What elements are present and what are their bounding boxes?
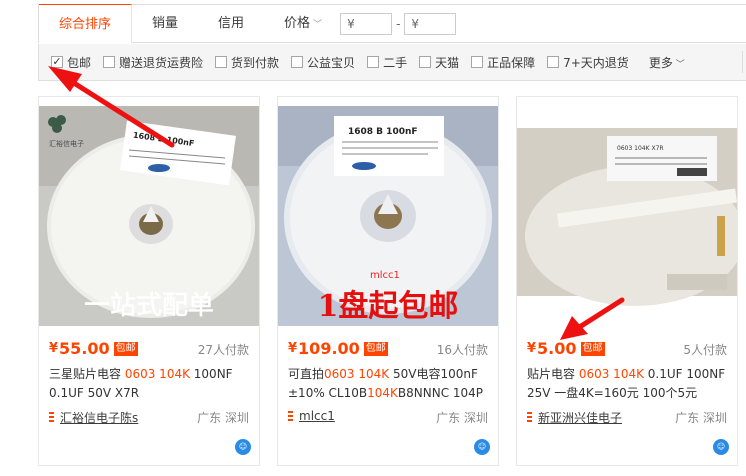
wangwang-chat-icon[interactable]: ☺ — [713, 439, 729, 455]
filter-genuine-guarantee[interactable]: 正品保障 — [471, 54, 535, 71]
filter-7day-return[interactable]: 7+天内退货 — [547, 54, 629, 71]
filter-free-shipping[interactable]: ✓ 包邮 — [51, 54, 91, 71]
free-shipping-badge: 包邮 — [580, 341, 605, 356]
title-text: 可直拍 — [288, 367, 325, 381]
price-value: 109.00 — [298, 339, 360, 358]
location: 广东 深圳 — [197, 411, 249, 425]
checkbox-checked-icon[interactable]: ✓ — [51, 56, 63, 68]
title-text: 三星贴片电容 — [49, 367, 125, 381]
deal-count: 27人付款 — [197, 343, 249, 357]
title-keyword-highlight: 0603 104K — [578, 367, 644, 381]
price: ¥ 5.00 包邮 — [527, 339, 605, 358]
product-image[interactable]: 0603 104K X7R — [517, 106, 737, 326]
product-title[interactable]: 可直拍0603 104K 50V电容100nF ±10% CL10B104KB8… — [288, 365, 492, 403]
product-card[interactable]: 1608 B 100nF 汇裕信电子 一站式配单 ¥ 55.00 包邮 27人付… — [38, 96, 260, 466]
image-brand: 汇裕信电子 — [49, 139, 84, 148]
price: ¥ 109.00 包邮 — [288, 339, 388, 358]
currency-symbol: ¥ — [288, 341, 298, 356]
filter-label: 货到付款 — [231, 55, 280, 70]
wangwang-chat-icon[interactable]: ☺ — [235, 439, 251, 455]
image-brand: mlcc1 — [370, 270, 400, 281]
price: ¥ 55.00 包邮 — [49, 339, 138, 358]
product-card[interactable]: 1608 B 100nF mlcc1 1盘起包邮 ¥ 109.00 包邮 16人… — [277, 96, 499, 466]
title-keyword-highlight: 104K — [367, 386, 398, 400]
currency-symbol: ¥ — [49, 341, 59, 356]
price-value: 55.00 — [59, 339, 110, 358]
chevron-down-icon: ﹀ — [313, 19, 323, 30]
filter-charity[interactable]: 公益宝贝 — [291, 54, 355, 71]
image-reel-label: 0603 104K X7R — [617, 145, 664, 152]
shop-level-icon — [49, 412, 54, 423]
shop-level-icon — [527, 412, 532, 423]
shop-link[interactable]: mlcc1 — [288, 409, 335, 423]
product-card[interactable]: 0603 104K X7R ¥ 5.00 包邮 5人付款 贴片电容 0603 1… — [516, 96, 738, 466]
chevron-down-icon: ﹀ — [672, 59, 685, 70]
tab-credit[interactable]: 信用 — [198, 5, 264, 43]
deal-count: 16人付款 — [436, 343, 488, 357]
image-overlay-text: 1盘起包邮 — [318, 289, 459, 324]
tab-price-label: 价格 — [284, 15, 311, 31]
product-title[interactable]: 三星贴片电容 0603 104K 100NF 0.1UF 50V X7R — [49, 365, 253, 403]
tab-comprehensive-sort[interactable]: 综合排序 — [39, 3, 133, 43]
title-keyword-highlight: 0603 104K — [324, 367, 390, 381]
divider — [742, 51, 743, 73]
title-text: 贴片电容 — [527, 367, 579, 381]
filter-label: 7+天内退货 — [563, 55, 629, 70]
sort-bar: 综合排序 销量 信用 价格﹀ ¥ - ¥ 发货 — [38, 3, 746, 43]
tab-sales[interactable]: 销量 — [132, 5, 198, 43]
checkbox-icon[interactable] — [547, 56, 560, 68]
filter-cash-on-delivery[interactable]: 货到付款 — [215, 54, 279, 71]
location: 广东 深圳 — [675, 411, 727, 425]
product-title[interactable]: 贴片电容 0603 104K 0.1UF 100NF 25V 一盘4K=160元… — [527, 365, 731, 403]
filter-bar: ✓ 包邮 赠送退货运费险 货到付款 公益宝贝 二手 天猫 正品保障 7+天内退货 … — [38, 44, 746, 81]
filter-label: 二手 — [383, 55, 408, 70]
shop-link[interactable]: 汇裕信电子陈s — [49, 409, 138, 426]
free-shipping-badge: 包邮 — [113, 341, 138, 356]
product-image[interactable]: 1608 B 100nF mlcc1 1盘起包邮 — [278, 106, 498, 326]
checkbox-icon[interactable] — [291, 56, 304, 68]
shop-link[interactable]: 新亚洲兴佳电子 — [527, 409, 622, 426]
price-range: ¥ - ¥ — [340, 12, 457, 35]
currency-symbol: ¥ — [527, 341, 537, 356]
filter-label: 公益宝贝 — [307, 55, 356, 70]
checkbox-icon[interactable] — [471, 56, 484, 68]
location: 广东 深圳 — [436, 411, 488, 425]
more-filters-dropdown[interactable]: 更多 ﹀ — [649, 54, 685, 71]
free-shipping-badge: 包邮 — [363, 341, 388, 356]
shop-level-icon — [288, 410, 293, 422]
filter-label: 正品保障 — [487, 55, 536, 70]
shop-name: mlcc1 — [299, 409, 335, 423]
checkbox-icon[interactable] — [215, 56, 228, 68]
filter-second-hand[interactable]: 二手 — [367, 54, 407, 71]
price-value: 5.00 — [537, 339, 577, 358]
price-separator: - — [396, 16, 401, 31]
product-image[interactable]: 1608 B 100nF 汇裕信电子 一站式配单 — [39, 106, 259, 326]
price-max-input[interactable]: ¥ — [404, 12, 457, 35]
filter-tmall[interactable]: 天猫 — [419, 54, 459, 71]
image-overlay-text: 一站式配单 — [84, 291, 214, 321]
title-keyword-highlight: 0603 104K — [124, 367, 190, 381]
checkbox-icon[interactable] — [419, 56, 432, 68]
filter-label: 天猫 — [435, 55, 460, 70]
shop-name: 汇裕信电子陈s — [60, 411, 139, 425]
price-min-input[interactable]: ¥ — [340, 12, 393, 35]
checkbox-icon[interactable] — [103, 56, 116, 68]
tab-price[interactable]: 价格 ﹀ — [264, 5, 332, 43]
wangwang-chat-icon[interactable]: ☺ — [474, 439, 490, 455]
filter-label: 包邮 — [67, 55, 92, 70]
image-reel-label: 1608 B 100nF — [348, 127, 418, 137]
filter-label: 赠送退货运费险 — [119, 55, 204, 70]
more-label: 更多 — [648, 55, 673, 70]
checkbox-icon[interactable] — [367, 56, 380, 68]
deal-count: 5人付款 — [683, 343, 727, 357]
filter-return-insurance[interactable]: 赠送退货运费险 — [103, 54, 203, 71]
shop-name: 新亚洲兴佳电子 — [538, 411, 623, 425]
